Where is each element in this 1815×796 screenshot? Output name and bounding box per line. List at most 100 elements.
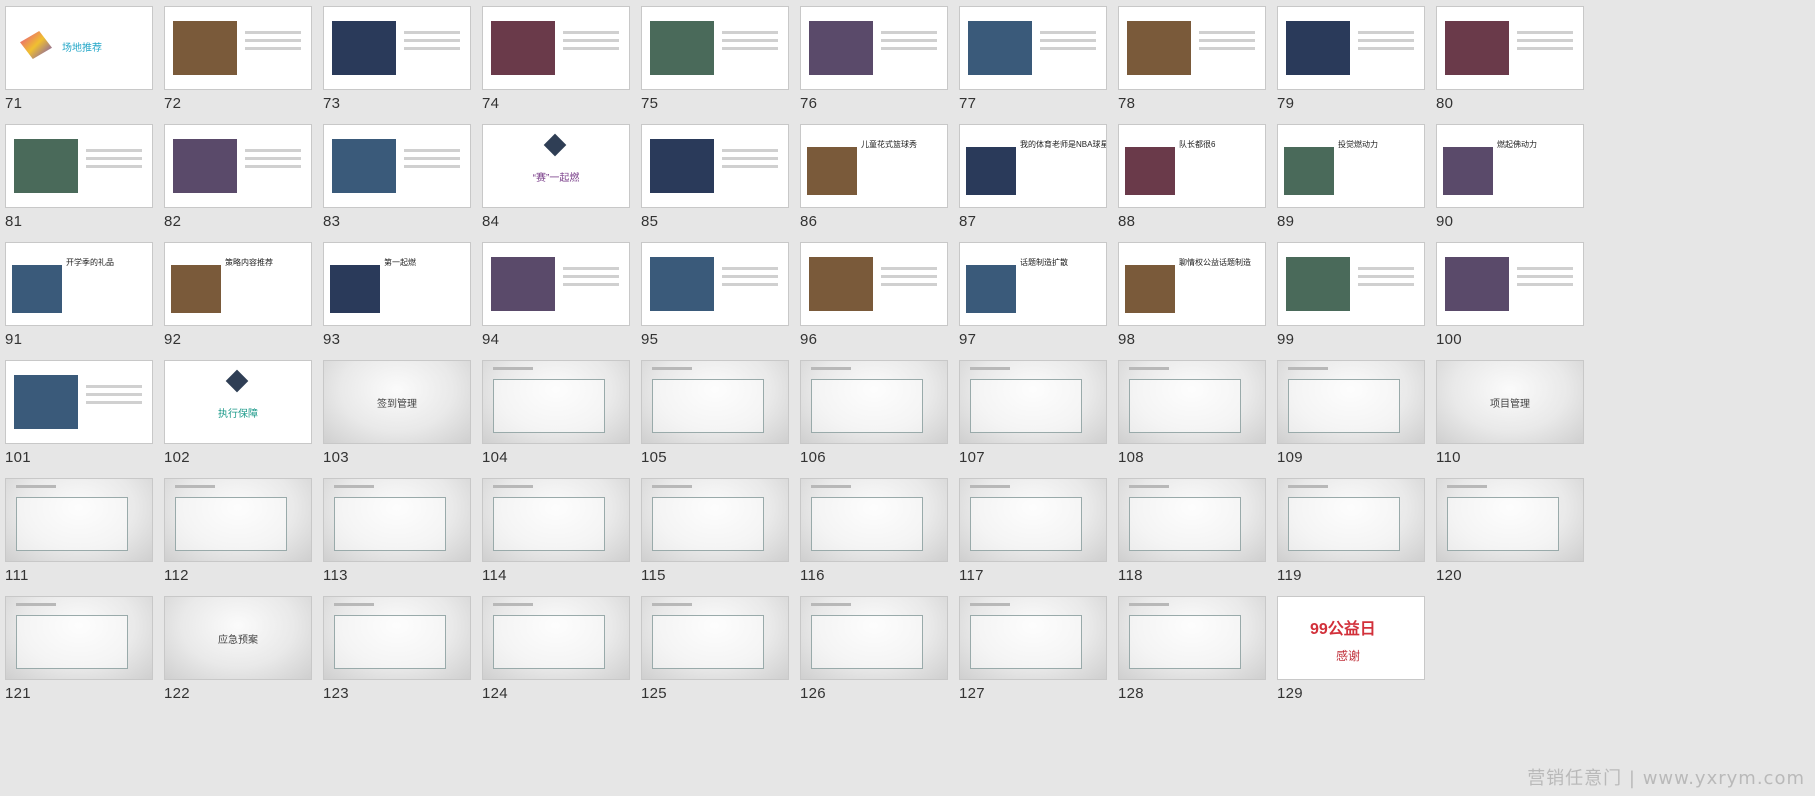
slide-thumbnail-106[interactable]: 106 (795, 354, 948, 474)
slide-thumbnail-112[interactable]: 112 (159, 472, 312, 592)
slide-number: 97 (959, 331, 977, 348)
slide-thumbnail-119[interactable]: 119 (1272, 472, 1425, 592)
slide-thumbnail-99[interactable]: 99 (1272, 236, 1425, 356)
slide-thumbnail-72[interactable]: 72 (159, 0, 312, 120)
slide-thumbnail-128[interactable]: 128 (1113, 590, 1266, 710)
slide-thumbnail-79[interactable]: 79 (1272, 0, 1425, 120)
slide-thumbnail-73[interactable]: 73 (318, 0, 471, 120)
slide-thumbnail-85[interactable]: 85 (636, 118, 789, 238)
slide-thumbnail-102[interactable]: 执行保障 102 (159, 354, 312, 474)
slide-image (16, 497, 128, 551)
slide-preview (959, 478, 1107, 562)
slide-thumbnail-122[interactable]: 应急预案 122 (159, 590, 312, 710)
slide-thumbnail-104[interactable]: 104 (477, 354, 630, 474)
slide-preview (164, 124, 312, 208)
slide-thumbnail-84[interactable]: “赛”一起燃 84 (477, 118, 630, 238)
text-line (86, 385, 142, 388)
slide-thumbnail-77[interactable]: 77 (954, 0, 1107, 120)
slide-thumbnail-91[interactable]: 开学季的礼品 91 (0, 236, 153, 356)
slide-thumbnail-110[interactable]: 项目管理 110 (1431, 354, 1584, 474)
slide-thumbnail-97[interactable]: 话题制造扩散 97 (954, 236, 1107, 356)
text-line (16, 485, 56, 488)
text-line (722, 149, 778, 152)
slide-thumbnail-90[interactable]: 燃起佛动力 90 (1431, 118, 1584, 238)
text-line (881, 47, 937, 50)
slide-thumbnail-123[interactable]: 123 (318, 590, 471, 710)
slide-thumbnail-74[interactable]: 74 (477, 0, 630, 120)
slide-thumbnail-94[interactable]: 94 (477, 236, 630, 356)
slide-preview: 策略内容推荐 (164, 242, 312, 326)
slide-thumbnail-100[interactable]: 100 (1431, 236, 1584, 356)
slide-thumbnail-116[interactable]: 116 (795, 472, 948, 592)
slide-preview: 我的体育老师是NBA球星 (959, 124, 1107, 208)
slide-thumbnail-118[interactable]: 118 (1113, 472, 1266, 592)
slide-thumbnail-109[interactable]: 109 (1272, 354, 1425, 474)
slide-image (652, 615, 764, 669)
slide-thumbnail-111[interactable]: 111 (0, 472, 153, 592)
slide-thumbnail-80[interactable]: 80 (1431, 0, 1584, 120)
slide-title: 队长都很6 (1179, 140, 1216, 149)
slide-number: 125 (641, 685, 667, 702)
slide-preview (1277, 6, 1425, 90)
slide-thumbnail-86[interactable]: 儿童花式篮球秀 86 (795, 118, 948, 238)
slide-thumbnail-75[interactable]: 75 (636, 0, 789, 120)
slide-thumbnail-113[interactable]: 113 (318, 472, 471, 592)
slide-number: 118 (1118, 567, 1143, 584)
slide-preview (800, 596, 948, 680)
slide-thumbnail-121[interactable]: 121 (0, 590, 153, 710)
slide-thumbnail-78[interactable]: 78 (1113, 0, 1266, 120)
slide-image (332, 139, 396, 193)
text-line (1358, 39, 1414, 42)
slide-thumbnail-71[interactable]: 场地推荐 71 (0, 0, 153, 120)
slide-thumbnail-103[interactable]: 签到管理 103 (318, 354, 471, 474)
slide-thumbnail-126[interactable]: 126 (795, 590, 948, 710)
slide-thumbnail-83[interactable]: 83 (318, 118, 471, 238)
text-line (245, 31, 301, 34)
slide-thumbnail-92[interactable]: 策略内容推荐 92 (159, 236, 312, 356)
slide-thumbnail-93[interactable]: 第一起燃 93 (318, 236, 471, 356)
slide-thumbnail-98[interactable]: 聊情权公益话题制造 98 (1113, 236, 1266, 356)
slide-image (16, 615, 128, 669)
slide-thumbnail-82[interactable]: 82 (159, 118, 312, 238)
slide-thumbnail-125[interactable]: 125 (636, 590, 789, 710)
slide-thumbnail-108[interactable]: 108 (1113, 354, 1266, 474)
slide-preview (323, 596, 471, 680)
slide-thumbnail-89[interactable]: 投觉燃动力 89 (1272, 118, 1425, 238)
slide-number: 102 (164, 449, 190, 466)
slide-thumbnail-114[interactable]: 114 (477, 472, 630, 592)
slide-thumbnail-87[interactable]: 我的体育老师是NBA球星 87 (954, 118, 1107, 238)
text-line (722, 275, 778, 278)
slide-thumbnail-117[interactable]: 117 (954, 472, 1107, 592)
slide-thumbnail-124[interactable]: 124 (477, 590, 630, 710)
text-line (1288, 485, 1328, 488)
slide-number: 92 (164, 331, 182, 348)
slide-preview (959, 360, 1107, 444)
slide-preview (800, 242, 948, 326)
slide-preview (323, 6, 471, 90)
slide-thumbnail-120[interactable]: 120 (1431, 472, 1584, 592)
slide-thumbnail-76[interactable]: 76 (795, 0, 948, 120)
slide-thumbnail-101[interactable]: 101 (0, 354, 153, 474)
slide-number: 84 (482, 213, 500, 230)
slide-image (173, 139, 237, 193)
slide-thumbnail-115[interactable]: 115 (636, 472, 789, 592)
slide-number: 72 (164, 95, 182, 112)
slide-number: 110 (1436, 449, 1461, 466)
slide-thumbnail-107[interactable]: 107 (954, 354, 1107, 474)
slide-thumbnail-96[interactable]: 96 (795, 236, 948, 356)
text-line (1199, 47, 1255, 50)
text-line (722, 283, 778, 286)
slide-image (175, 497, 287, 551)
slide-thumbnail-95[interactable]: 95 (636, 236, 789, 356)
slide-thumbnail-88[interactable]: 队长都很6 88 (1113, 118, 1266, 238)
slide-preview (1118, 360, 1266, 444)
text-line (16, 603, 56, 606)
slide-thumbnail-129[interactable]: 99公益日 感谢 129 (1272, 590, 1425, 710)
slide-number: 80 (1436, 95, 1454, 112)
slide-thumbnail-105[interactable]: 105 (636, 354, 789, 474)
slide-image (20, 31, 52, 59)
slide-thumbnail-127[interactable]: 127 (954, 590, 1107, 710)
slide-thumbnail-81[interactable]: 81 (0, 118, 153, 238)
slide-preview: 第一起燃 (323, 242, 471, 326)
slide-number: 129 (1277, 685, 1303, 702)
